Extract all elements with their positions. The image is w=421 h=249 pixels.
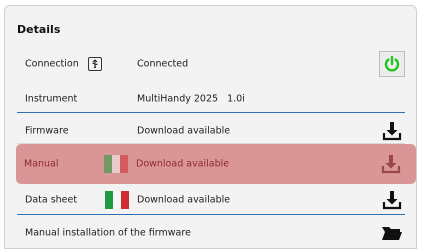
separator (17, 112, 405, 113)
instrument-label: Instrument (25, 93, 78, 105)
manual-row[interactable]: Manual Download available (16, 144, 416, 184)
connection-status: Connected (137, 58, 189, 70)
manual-install-label: Manual installation of the firmware (25, 227, 191, 239)
download-icon (382, 191, 402, 210)
download-icon (381, 155, 401, 174)
instrument-model: MultiHandy 2025 (137, 93, 219, 105)
details-panel: Details Connection Connected Instrument … (4, 5, 417, 249)
firmware-download-button[interactable] (378, 118, 406, 144)
usb-icon (88, 57, 102, 71)
datasheet-status: Download available (137, 194, 231, 206)
power-icon (379, 51, 405, 77)
folder-open-icon (382, 227, 402, 240)
panel-title: Details (17, 23, 61, 36)
power-button[interactable] (378, 51, 406, 77)
separator (17, 214, 405, 215)
italy-flag-icon (105, 191, 129, 209)
manual-download-button[interactable] (377, 151, 405, 177)
connection-label: Connection (25, 58, 79, 70)
instrument-version: 1.0i (227, 93, 245, 105)
firmware-status: Download available (137, 125, 231, 137)
download-icon (382, 122, 402, 141)
datasheet-download-button[interactable] (378, 187, 406, 213)
manual-status: Download available (136, 158, 230, 170)
italy-flag-icon (104, 155, 128, 173)
firmware-row: Firmware Download available (17, 116, 415, 146)
datasheet-row: Data sheet Download available (17, 185, 415, 215)
manual-label: Manual (24, 158, 59, 170)
firmware-label: Firmware (25, 125, 69, 137)
open-folder-button[interactable] (378, 220, 406, 246)
instrument-row: Instrument MultiHandy 2025 1.0i (17, 84, 415, 114)
manual-install-row: Manual installation of the firmware (17, 218, 415, 248)
connection-row: Connection Connected (17, 48, 415, 80)
datasheet-label: Data sheet (25, 194, 78, 206)
instrument-value: MultiHandy 2025 1.0i (137, 94, 245, 105)
